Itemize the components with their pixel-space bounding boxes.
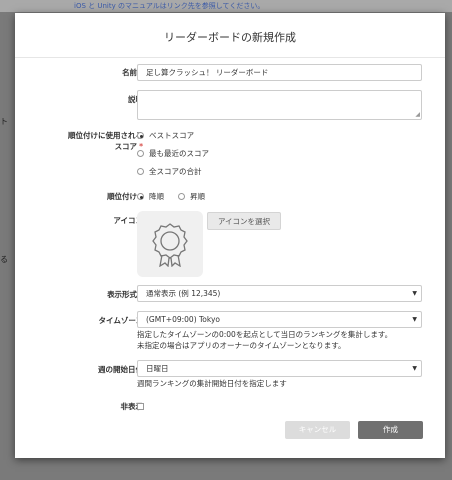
create-button[interactable]: 作成 [358, 421, 423, 439]
timezone-label: タイムゾーン [98, 316, 143, 325]
resize-grip-icon[interactable]: ◢ [415, 112, 420, 118]
radio-ascending[interactable]: 昇順 [178, 191, 205, 202]
week-start-label: 週の開始日付 [98, 365, 143, 374]
timezone-hint: 未指定の場合はアプリのオーナーのタイムゾーンとなります。 [137, 341, 346, 350]
timezone-select[interactable]: (GMT+09:00) Tokyo ▼ [137, 311, 422, 328]
name-input[interactable]: 足し算クラッシュ！ リーダーボード [137, 64, 422, 81]
create-leaderboard-dialog: リーダーボードの新規作成 名前* 足し算クラッシュ！ リーダーボード 説明 ◢ … [15, 13, 445, 458]
radio-icon[interactable] [137, 150, 144, 157]
radio-icon[interactable] [137, 168, 144, 175]
hidden-label: 非表示 [120, 402, 144, 411]
description-textarea[interactable]: ◢ [137, 90, 422, 120]
dropdown-arrow-icon[interactable]: ▼ [412, 361, 417, 376]
icon-label: アイコン [113, 216, 143, 225]
radio-total-score[interactable]: 全スコアの合計 [137, 166, 202, 177]
dropdown-arrow-icon[interactable]: ▼ [412, 286, 417, 301]
icon-preview [137, 211, 203, 277]
display-format-label: 表示形式* [107, 290, 143, 299]
hidden-checkbox[interactable] [137, 403, 144, 410]
radio-descending[interactable]: 降順 [137, 191, 164, 202]
week-start-hint: 週間ランキングの集計開始日付を指定します [137, 379, 287, 388]
ranking-order-label: 順位付け* [107, 192, 143, 201]
radio-latest-score[interactable]: 最も最近のスコア [137, 148, 209, 159]
name-label: 名前* [122, 68, 143, 77]
dialog-title: リーダーボードの新規作成 [164, 31, 296, 44]
radio-icon[interactable] [178, 193, 185, 200]
description-label: 説明 [128, 95, 143, 104]
cancel-button[interactable]: キャンセル [285, 421, 350, 439]
display-format-select[interactable]: 通常表示 (例 12,345) ▼ [137, 285, 422, 302]
badge-icon [152, 223, 188, 267]
select-icon-button[interactable]: アイコンを選択 [207, 212, 281, 230]
background-text-fragment: る [0, 255, 8, 264]
background-text-fragment: ト [0, 117, 8, 126]
dropdown-arrow-icon[interactable]: ▼ [412, 312, 417, 327]
week-start-select[interactable]: 日曜日 ▼ [137, 360, 422, 377]
radio-best-score[interactable]: ベストスコア [137, 130, 194, 141]
timezone-hint: 指定したタイムゾーンの0:00を起点として当日のランキングを集計します。 [137, 330, 393, 339]
radio-selected-icon[interactable] [137, 132, 144, 139]
ranking-order-options: 降順 昇順 [137, 191, 205, 202]
ranking-score-label: 順位付けに使用される スコア * [68, 131, 143, 151]
title-divider [15, 57, 445, 58]
radio-selected-icon[interactable] [137, 193, 144, 200]
background-note: iOS と Unity のマニュアルはリンク先を参照してください。 [74, 2, 265, 10]
